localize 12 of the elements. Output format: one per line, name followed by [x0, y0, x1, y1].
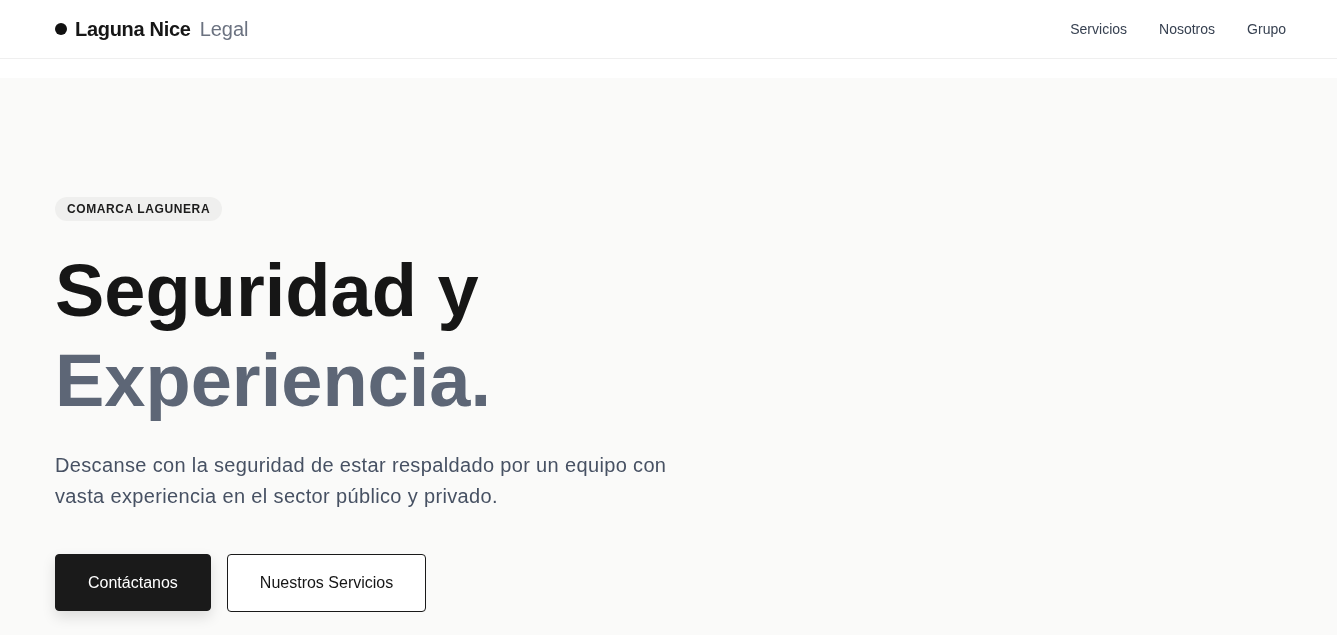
- nav-link[interactable]: Servicios: [1070, 21, 1128, 37]
- services-button[interactable]: Nuestros Servicios: [226, 554, 427, 612]
- contact-button[interactable]: Contáctanos: [55, 554, 211, 611]
- region-badge: COMARCA LAGUNERA: [55, 197, 223, 221]
- hero-title-accent: Experiencia.: [55, 338, 491, 424]
- brand-name[interactable]: Laguna Nice: [75, 17, 191, 41]
- hero-title: Seguridad y: [55, 248, 479, 334]
- logo-dot-icon: [55, 23, 67, 35]
- brand-suffix: Legal: [199, 17, 249, 41]
- hero-description: Descanse con la seguridad de estar respaldado por un equipo con vasta experiencia en el sector público y privado.: [55, 453, 668, 509]
- nav-link[interactable]: Nosotros: [1159, 21, 1216, 37]
- nav-link[interactable]: Grupo: [1247, 21, 1286, 37]
